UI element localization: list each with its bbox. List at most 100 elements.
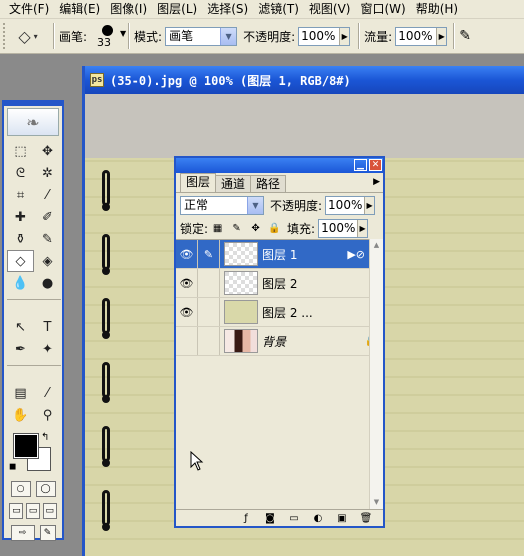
crop-tool-icon[interactable]: ⌗ [7,184,34,206]
lasso-tool-icon[interactable]: ᘓ [7,162,34,184]
foreground-color[interactable] [13,433,39,459]
document-titlebar[interactable]: ps (35-0).jpg @ 100% (图层 1, RGB/8#) [85,66,524,94]
airbrush-icon[interactable]: ✎ [459,28,471,44]
history-brush-tool-icon[interactable]: ✎ [34,228,61,250]
feather-logo-icon[interactable]: ❧ [7,108,59,136]
eyedropper-tool-icon[interactable]: ⁄ [34,382,61,404]
paint-bucket-tool-icon[interactable]: ◈ [34,250,61,272]
menu-image[interactable]: 图像(I) [105,1,152,18]
chevron-right-icon[interactable]: ▶ [357,219,368,237]
default-colors-icon[interactable]: ◼ [9,462,16,472]
mode-select[interactable]: 画笔 ▼ [165,26,238,46]
binder-ring [102,234,110,275]
move-tool-icon[interactable]: ✥ [34,140,61,162]
swap-colors-icon[interactable]: ↰ [41,432,49,443]
opacity-field[interactable]: 100% ▶ [298,26,351,46]
menu-filter[interactable]: 滤镜(T) [253,1,304,18]
add-mask-icon[interactable]: ◙ [263,513,277,524]
lock-pixels-icon[interactable]: ✎ [230,222,243,235]
minimize-icon[interactable]: ▁ [354,159,367,171]
tool-preset-picker[interactable]: ◇ ▾ [7,23,49,49]
marquee-tool-icon[interactable]: ⬚ [7,140,34,162]
link-slot[interactable] [198,298,220,326]
effects-icon[interactable]: ▶⊘ [347,248,365,261]
menu-select[interactable]: 选择(S) [202,1,253,18]
fill-label: 填充: [287,221,316,236]
tab-paths[interactable]: 路径 [250,175,287,192]
layer-style-icon[interactable]: ƒ [239,513,253,524]
new-layer-icon[interactable]: ▣ [335,513,349,524]
chevron-right-icon[interactable]: ▶ [339,27,350,45]
flow-label: 流量: [364,29,393,44]
type-tool-icon[interactable]: T [34,316,61,338]
jump-to-imageready-icon[interactable]: ⇨ [10,525,35,541]
full-screen-icon[interactable]: ▭ [42,503,57,519]
quick-mask-mode-icon[interactable]: ◯ [35,481,56,497]
eye-slot[interactable] [176,327,198,355]
standard-screen-icon[interactable]: ▭ [9,503,24,519]
notes-tool-icon[interactable]: ▤ [7,382,34,404]
blur-tool-icon[interactable]: 💧 [7,272,34,294]
path-selection-tool-icon[interactable]: ↖ [7,316,34,338]
brush-tool-icon[interactable]: ✐ [34,206,61,228]
chevron-down-icon: ▼ [120,29,127,38]
link-slot[interactable] [198,327,220,355]
eye-icon[interactable]: 👁 [176,269,198,297]
dodge-tool-icon[interactable]: ● [34,272,61,294]
tab-channels[interactable]: 通道 [215,175,252,192]
zoom-tool-icon[interactable]: ⚲ [34,404,61,426]
binder-ring [102,426,110,467]
slice-tool-icon[interactable]: ⁄ [34,184,61,206]
blend-mode-select[interactable]: 正常 ▼ [180,195,264,215]
standard-mode-icon[interactable]: ○ [10,481,31,497]
layer-row[interactable]: 👁 图层 2 [176,269,383,298]
layer-row[interactable]: 背景 🔒 [176,327,383,356]
scroll-up-icon[interactable]: ▲ [370,239,383,252]
eye-icon[interactable]: 👁 [176,298,198,326]
palette-titlebar[interactable]: ▁ ✕ [176,158,383,173]
chevron-right-icon[interactable]: ▶ [364,196,375,214]
menu-edit[interactable]: 编辑(E) [54,1,105,18]
layer-row[interactable]: 👁 图层 2 ... [176,298,383,327]
fill-field[interactable]: 100% ▶ [318,218,369,238]
tab-layers[interactable]: 图层 [180,173,217,192]
custom-shape-tool-icon[interactable]: ✦ [34,338,61,360]
chevron-right-icon[interactable]: ▶ [436,27,447,45]
layers-scrollbar[interactable]: ▲ ▼ [369,239,383,509]
lock-position-icon[interactable]: ✥ [249,222,262,235]
new-group-icon[interactable]: ▭ [287,513,301,524]
scroll-down-icon[interactable]: ▼ [370,496,383,509]
mask-modes: ○ ◯ [4,478,62,500]
link-slot[interactable] [198,269,220,297]
hand-tool-icon[interactable]: ✋ [7,404,34,426]
palette-menu-icon[interactable]: ▶ [373,177,380,187]
lock-row: 锁定: ▦ ✎ ✥ 🔒 填充: 100% ▶ [176,217,383,239]
menu-view[interactable]: 视图(V) [304,1,356,18]
clone-stamp-tool-icon[interactable]: ⚱ [7,228,34,250]
layer-name: 图层 2 [262,276,298,291]
magic-wand-tool-icon[interactable]: ✲ [34,162,61,184]
close-icon[interactable]: ✕ [369,159,382,171]
trash-icon[interactable]: 🗑 [359,513,373,524]
menu-layer[interactable]: 图层(L) [152,1,202,18]
healing-brush-tool-icon[interactable]: ✚ [7,206,34,228]
lock-all-icon[interactable]: 🔒 [268,222,281,235]
full-screen-menu-icon[interactable]: ▭ [25,503,40,519]
palette-footer: ƒ ◙ ▭ ◐ ▣ 🗑 [176,509,383,526]
jump-to: ⇨ ✎ [4,522,62,544]
flow-field[interactable]: 100% ▶ [395,26,448,46]
menu-window[interactable]: 窗口(W) [355,1,410,18]
lock-transparency-icon[interactable]: ▦ [211,222,224,235]
brush-preset-icon[interactable]: ✎ [39,525,56,541]
layer-opacity-field[interactable]: 100% ▶ [325,195,376,215]
layer-thumbnail [224,242,258,266]
brush-link-icon[interactable]: ✎ [198,240,220,268]
adjustment-layer-icon[interactable]: ◐ [311,513,325,524]
layer-row[interactable]: 👁 ✎ 图层 1 ▶⊘ [176,240,383,269]
pen-tool-icon[interactable]: ✒ [7,338,34,360]
brush-picker[interactable]: 33 ▼ [90,21,127,51]
eraser-tool-icon[interactable]: ◇ [7,250,34,272]
menu-file[interactable]: 文件(F) [4,1,54,18]
eye-icon[interactable]: 👁 [176,240,198,268]
menu-help[interactable]: 帮助(H) [411,1,463,18]
